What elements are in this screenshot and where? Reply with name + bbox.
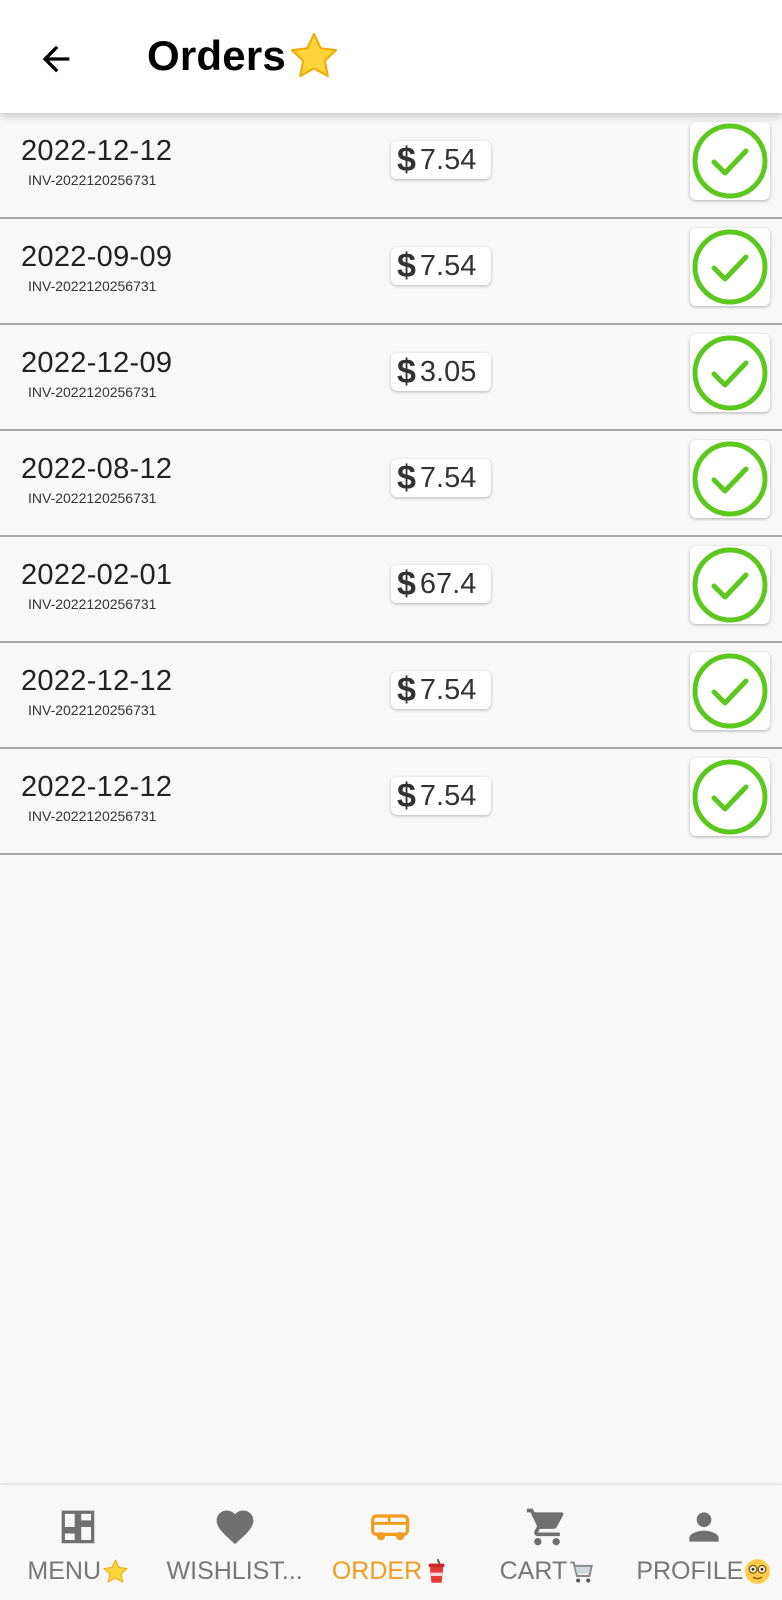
order-amount: 7.54 xyxy=(419,673,477,706)
order-amount: 7.54 xyxy=(419,461,477,494)
order-price-chip: $ 7.54 xyxy=(391,459,491,497)
cart-icon xyxy=(525,1505,569,1549)
order-amount: 3.05 xyxy=(419,355,477,388)
check-circle-icon xyxy=(692,123,768,199)
order-price-chip: $ 7.54 xyxy=(391,671,491,709)
order-price-chip: $ 67.4 xyxy=(391,565,491,603)
face-glasses-emoji-icon xyxy=(745,1559,771,1584)
nav-label-profile: PROFILE xyxy=(636,1557,744,1585)
nav-label-cart: CART xyxy=(499,1557,568,1585)
order-row[interactable]: 2022-02-01 INV-2022120256731 $ 67.4 xyxy=(0,537,782,643)
page-title: Orders xyxy=(147,30,340,82)
order-price-chip: $ 7.54 xyxy=(391,141,491,179)
star-emoji-icon xyxy=(103,1559,128,1583)
order-status-button[interactable] xyxy=(690,652,770,730)
check-circle-icon xyxy=(692,441,768,517)
order-date: 2022-12-09 xyxy=(21,347,173,379)
order-amount: 7.54 xyxy=(419,143,477,176)
order-row[interactable]: 2022-12-12 INV-2022120256731 $ 7.54 xyxy=(0,113,782,219)
order-row[interactable]: 2022-12-12 INV-2022120256731 $ 7.54 xyxy=(0,643,782,749)
order-invoice: INV-2022120256731 xyxy=(28,596,157,612)
check-circle-icon xyxy=(692,653,768,729)
order-invoice: INV-2022120256731 xyxy=(28,384,157,400)
order-status-button[interactable] xyxy=(690,122,770,200)
order-invoice: INV-2022120256731 xyxy=(28,808,157,824)
heart-icon xyxy=(213,1505,257,1549)
order-price-chip: $ 7.54 xyxy=(391,777,491,815)
dashboard-icon xyxy=(56,1505,100,1549)
nav-label-menu: MENU xyxy=(27,1557,101,1585)
order-date: 2022-12-12 xyxy=(21,771,173,803)
currency-symbol: $ xyxy=(397,565,416,603)
currency-symbol: $ xyxy=(397,459,416,497)
order-date: 2022-12-12 xyxy=(21,135,173,167)
bottom-navigation: MENU WISHLIST... ORDER CART PROFILE xyxy=(0,1485,782,1600)
currency-symbol: $ xyxy=(397,671,416,709)
order-date: 2022-12-12 xyxy=(21,665,173,697)
order-row[interactable]: 2022-12-12 INV-2022120256731 $ 7.54 xyxy=(0,749,782,855)
arrow-left-icon xyxy=(42,45,70,73)
order-invoice: INV-2022120256731 xyxy=(28,702,157,718)
star-emoji-icon xyxy=(290,32,338,78)
nav-label-wishlist: WISHLIST... xyxy=(166,1557,303,1585)
order-row[interactable]: 2022-08-12 INV-2022120256731 $ 7.54 xyxy=(0,431,782,537)
order-amount: 7.54 xyxy=(419,249,477,282)
nav-item-cart[interactable]: CART xyxy=(469,1485,625,1600)
nav-item-wishlist[interactable]: WISHLIST... xyxy=(156,1485,312,1600)
order-date: 2022-02-01 xyxy=(21,559,173,591)
currency-symbol: $ xyxy=(397,141,416,179)
back-button[interactable] xyxy=(30,33,82,85)
nav-item-menu[interactable]: MENU xyxy=(0,1485,156,1600)
nav-item-profile[interactable]: PROFILE xyxy=(626,1485,782,1600)
check-circle-icon xyxy=(692,547,768,623)
currency-symbol: $ xyxy=(397,353,416,391)
order-amount: 7.54 xyxy=(419,779,477,812)
order-price-chip: $ 7.54 xyxy=(391,247,491,285)
app-bar: Orders xyxy=(0,0,782,113)
page-title-text: Orders xyxy=(147,32,286,79)
currency-symbol: $ xyxy=(397,247,416,285)
check-circle-icon xyxy=(692,229,768,305)
order-status-button[interactable] xyxy=(690,758,770,836)
order-status-button[interactable] xyxy=(690,440,770,518)
drink-cup-emoji-icon xyxy=(428,1558,445,1583)
person-icon xyxy=(682,1505,726,1549)
order-price-chip: $ 3.05 xyxy=(391,353,491,391)
nav-label-order: ORDER xyxy=(331,1557,423,1585)
order-invoice: INV-2022120256731 xyxy=(28,172,157,188)
order-amount: 67.4 xyxy=(419,567,477,600)
order-invoice: INV-2022120256731 xyxy=(28,490,157,506)
currency-symbol: $ xyxy=(397,777,416,815)
check-circle-icon xyxy=(692,759,768,835)
delivery-van-icon xyxy=(369,1505,413,1549)
cart-emoji-icon xyxy=(570,1561,594,1583)
order-status-button[interactable] xyxy=(690,228,770,306)
order-date: 2022-09-09 xyxy=(21,241,173,273)
order-date: 2022-08-12 xyxy=(21,453,173,485)
check-circle-icon xyxy=(692,335,768,411)
order-status-button[interactable] xyxy=(690,546,770,624)
nav-item-order[interactable]: ORDER xyxy=(313,1485,469,1600)
order-status-button[interactable] xyxy=(690,334,770,412)
order-row[interactable]: 2022-12-09 INV-2022120256731 $ 3.05 xyxy=(0,325,782,431)
order-row[interactable]: 2022-09-09 INV-2022120256731 $ 7.54 xyxy=(0,219,782,325)
order-list: 2022-12-12 INV-2022120256731 $ 7.54 2022… xyxy=(0,113,782,855)
order-invoice: INV-2022120256731 xyxy=(28,278,157,294)
